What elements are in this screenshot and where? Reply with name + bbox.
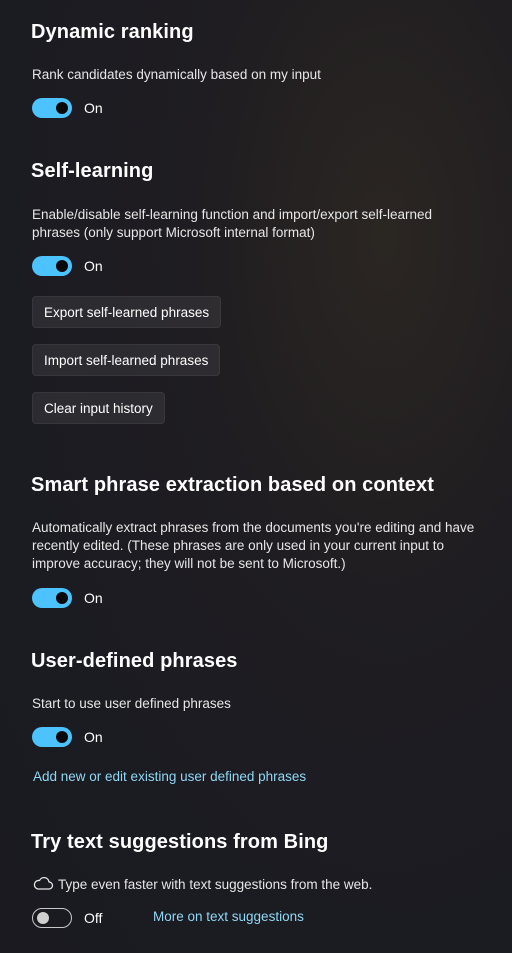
user-defined-toggle-row[interactable]: On — [32, 727, 103, 747]
self-learning-toggle-label: On — [84, 258, 103, 274]
self-learning-toggle[interactable] — [32, 256, 72, 276]
smart-extraction-toggle-label: On — [84, 590, 103, 606]
user-defined-toggle-label: On — [84, 729, 103, 745]
self-learning-heading: Self-learning — [31, 160, 154, 182]
toggle-knob — [37, 912, 49, 924]
smart-extraction-toggle-row[interactable]: On — [32, 588, 103, 608]
user-defined-toggle[interactable] — [32, 727, 72, 747]
export-phrases-button[interactable]: Export self-learned phrases — [32, 296, 222, 328]
toggle-knob — [56, 731, 68, 743]
dynamic-ranking-toggle[interactable] — [32, 98, 72, 118]
edit-user-phrases-link[interactable]: Add new or edit existing user defined ph… — [33, 769, 306, 784]
more-on-text-suggestions-link[interactable]: More on text suggestions — [153, 909, 304, 924]
bing-toggle-label: Off — [84, 910, 103, 926]
bing-description: Type even faster with text suggestions f… — [58, 877, 373, 892]
self-learning-toggle-row[interactable]: On — [32, 256, 103, 276]
dynamic-ranking-toggle-row[interactable]: On — [32, 98, 103, 118]
dynamic-ranking-toggle-label: On — [84, 100, 103, 116]
smart-extraction-description: Automatically extract phrases from the d… — [32, 520, 475, 571]
import-phrases-button[interactable]: Import self-learned phrases — [32, 344, 221, 376]
dynamic-ranking-description: Rank candidates dynamically based on my … — [32, 67, 321, 82]
cloud-icon — [32, 874, 58, 895]
bing-description-row: Type even faster with text suggestions f… — [32, 874, 372, 895]
user-defined-heading: User-defined phrases — [31, 650, 238, 672]
user-defined-description: Start to use user defined phrases — [32, 696, 231, 711]
bing-suggestions-heading: Try text suggestions from Bing — [31, 831, 329, 853]
self-learning-description: Enable/disable self-learning function an… — [32, 207, 432, 240]
toggle-knob — [56, 260, 68, 272]
clear-input-history-button[interactable]: Clear input history — [32, 392, 165, 424]
smart-extraction-toggle[interactable] — [32, 588, 72, 608]
toggle-knob — [56, 102, 68, 114]
smart-extraction-heading: Smart phrase extraction based on context — [31, 474, 435, 496]
dynamic-ranking-heading: Dynamic ranking — [31, 21, 194, 43]
bing-suggestions-toggle[interactable] — [32, 908, 72, 928]
toggle-knob — [56, 592, 68, 604]
bing-toggle-row[interactable]: Off — [32, 908, 102, 928]
